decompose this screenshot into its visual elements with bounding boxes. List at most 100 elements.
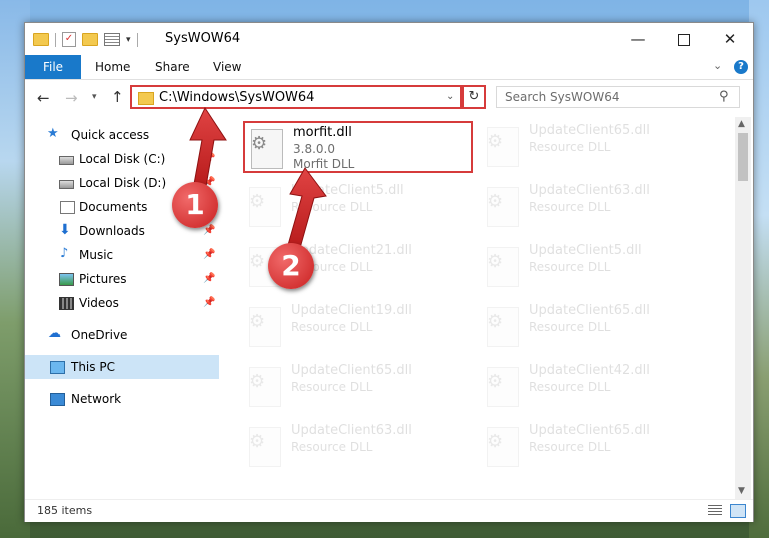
- nav-item-label: Local Disk (C:): [79, 152, 166, 166]
- nav-item-label: OneDrive: [71, 328, 128, 342]
- folder-icon[interactable]: [33, 33, 49, 46]
- back-arrow-icon[interactable]: ←: [37, 89, 50, 107]
- tab-home[interactable]: Home: [95, 55, 130, 79]
- expand-ribbon-chevron-icon[interactable]: ⌄: [713, 59, 722, 72]
- toolbar-separator: [55, 32, 56, 47]
- network-icon: [50, 393, 65, 406]
- file-tile[interactable]: ⚙ UpdateClient5.dll Resource DLL: [243, 181, 473, 233]
- file-description: Resource DLL: [529, 380, 611, 394]
- ribbon-tabs: File Home Share View ⌄ ?: [25, 55, 753, 80]
- nav-item-label: This PC: [71, 360, 115, 374]
- file-tile[interactable]: ⚙ UpdateClient42.dll Resource DLL: [481, 361, 711, 413]
- search-icon[interactable]: ⚲: [719, 89, 729, 104]
- maximize-icon: [678, 33, 690, 46]
- search-box[interactable]: ⚲: [496, 86, 740, 108]
- maximize-button[interactable]: [661, 23, 707, 55]
- customize-toolbar-chevron-icon[interactable]: ▾: [126, 35, 131, 45]
- tab-view[interactable]: View: [213, 55, 241, 79]
- nav-item-pictures[interactable]: Pictures 📌: [25, 267, 219, 291]
- nav-item-label: Downloads: [79, 224, 145, 238]
- videos-icon: [59, 297, 74, 310]
- file-tile[interactable]: ⚙ UpdateClient5.dll Resource DLL: [481, 241, 711, 293]
- forward-arrow-icon[interactable]: →: [65, 89, 78, 107]
- file-name: morfit.dll: [293, 125, 352, 140]
- disk-icon: [59, 156, 74, 165]
- file-name: UpdateClient65.dll: [529, 423, 650, 438]
- file-name: UpdateClient65.dll: [529, 303, 650, 318]
- file-name: UpdateClient19.dll: [291, 303, 412, 318]
- vertical-scrollbar[interactable]: ▲ ▼: [735, 117, 751, 499]
- computer-icon: [50, 361, 65, 374]
- nav-item-music[interactable]: ♪ Music 📌: [25, 243, 219, 267]
- help-icon[interactable]: ?: [734, 60, 748, 74]
- nav-item-label: Network: [71, 392, 122, 406]
- gear-icon: ⚙: [487, 251, 504, 272]
- window-title: SysWOW64: [165, 31, 241, 46]
- pin-icon[interactable]: 📌: [203, 291, 215, 315]
- nav-item-this-pc[interactable]: This PC: [25, 355, 219, 379]
- navigation-bar: ← → ▾ ↑ C:\Windows\SysWOW64 ⌄ ↻ ⚲: [25, 80, 753, 116]
- address-dropdown-chevron-icon[interactable]: ⌄: [446, 91, 454, 102]
- nav-item-onedrive[interactable]: ☁ OneDrive: [25, 323, 219, 347]
- close-button[interactable]: ✕: [707, 23, 753, 55]
- tiles-view-icon[interactable]: [730, 504, 746, 518]
- file-tile[interactable]: ⚙ UpdateClient65.dll Resource DLL: [243, 361, 473, 413]
- callout-badge-2: 2: [268, 243, 314, 289]
- gear-icon: ⚙: [487, 431, 504, 452]
- callout-badge-1: 1: [172, 182, 218, 228]
- pin-icon[interactable]: 📌: [203, 267, 215, 291]
- nav-item-label: Quick access: [71, 128, 150, 142]
- file-description: Resource DLL: [291, 200, 373, 214]
- recent-locations-chevron-icon[interactable]: ▾: [92, 92, 97, 102]
- toolbar-separator: [136, 32, 138, 47]
- pictures-icon: [59, 273, 74, 286]
- folder-icon: [138, 92, 154, 105]
- details-view-icon[interactable]: [708, 505, 722, 516]
- properties-icon[interactable]: [104, 33, 120, 46]
- file-description: Resource DLL: [529, 320, 611, 334]
- file-description: Resource DLL: [529, 440, 611, 454]
- gear-icon: ⚙: [249, 191, 266, 212]
- file-tile[interactable]: ⚙ UpdateClient63.dll Resource DLL: [481, 181, 711, 233]
- quick-access-toolbar: ✓ ▾: [33, 32, 138, 47]
- file-tile[interactable]: ⚙ UpdateClient65.dll Resource DLL: [481, 421, 711, 473]
- file-description: Resource DLL: [529, 200, 611, 214]
- scroll-up-chevron-icon[interactable]: ▲: [738, 119, 745, 129]
- file-tile[interactable]: ⚙ UpdateClient65.dll Resource DLL: [481, 121, 711, 173]
- item-count: 185 items: [37, 504, 93, 517]
- nav-item-local-disk-c[interactable]: Local Disk (C:) 📌: [25, 147, 219, 171]
- file-description: Resource DLL: [291, 320, 373, 334]
- file-tile[interactable]: ⚙ UpdateClient19.dll Resource DLL: [243, 301, 473, 353]
- nav-item-quick-access[interactable]: ★ Quick access: [25, 123, 219, 147]
- file-name: UpdateClient5.dll: [529, 243, 642, 258]
- refresh-button[interactable]: ↻: [462, 85, 486, 109]
- file-tile-morfit-dll[interactable]: ⚙ morfit.dll 3.8.0.0 Morfit DLL: [243, 121, 473, 173]
- nav-item-videos[interactable]: Videos 📌: [25, 291, 219, 315]
- new-folder-icon[interactable]: [82, 33, 98, 46]
- address-bar[interactable]: C:\Windows\SysWOW64 ⌄: [130, 85, 462, 109]
- scroll-down-chevron-icon[interactable]: ▼: [738, 486, 745, 496]
- pin-icon[interactable]: 📌: [203, 243, 215, 267]
- up-arrow-icon[interactable]: ↑: [111, 88, 124, 106]
- address-path[interactable]: C:\Windows\SysWOW64: [159, 90, 314, 105]
- gear-icon: ⚙: [487, 311, 504, 332]
- file-version: 3.8.0.0: [293, 142, 335, 156]
- nav-item-network[interactable]: Network: [25, 387, 219, 411]
- nav-item-label: Videos: [79, 296, 119, 310]
- tab-share[interactable]: Share: [155, 55, 190, 79]
- file-name: UpdateClient42.dll: [529, 363, 650, 378]
- file-list: ⚙ morfit.dll 3.8.0.0 Morfit DLL ⚙ Update…: [221, 117, 735, 499]
- gear-icon: ⚙: [249, 371, 266, 392]
- file-tile[interactable]: ⚙ UpdateClient65.dll Resource DLL: [481, 301, 711, 353]
- star-icon: ★: [47, 126, 59, 141]
- search-input[interactable]: [503, 89, 717, 105]
- file-name: UpdateClient63.dll: [529, 183, 650, 198]
- tab-file[interactable]: File: [25, 55, 81, 79]
- minimize-button[interactable]: —: [615, 23, 661, 55]
- scrollbar-thumb[interactable]: [738, 133, 748, 181]
- properties-check-icon[interactable]: ✓: [62, 32, 76, 47]
- nav-item-label: Pictures: [79, 272, 127, 286]
- pin-icon[interactable]: 📌: [203, 147, 215, 171]
- cloud-icon: ☁: [48, 326, 61, 341]
- file-tile[interactable]: ⚙ UpdateClient63.dll Resource DLL: [243, 421, 473, 473]
